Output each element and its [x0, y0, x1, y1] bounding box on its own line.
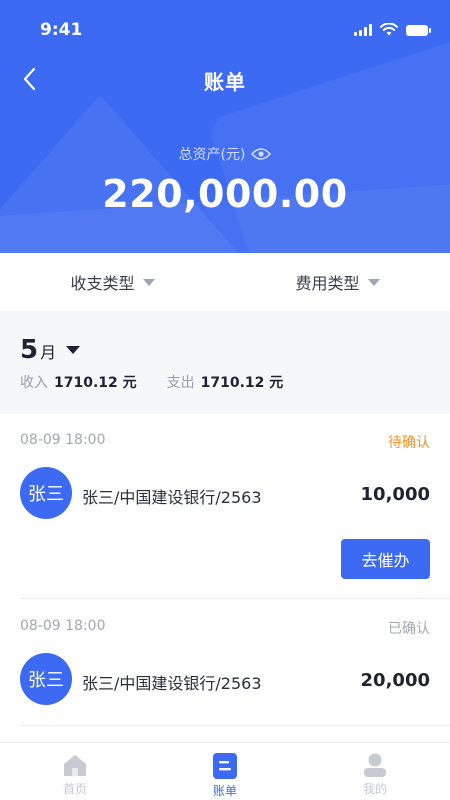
record-status: 已确认 [388, 621, 430, 637]
record-amount: 20,000 [360, 670, 430, 691]
tab-label: 首页 [62, 782, 87, 796]
month-totals: 收入 1710.12 元 支出 1710.12 元 [20, 372, 283, 392]
expense-label: 支出 [166, 375, 195, 391]
status-icons [354, 22, 431, 36]
record-status: 待确认 [388, 435, 430, 451]
filter-label: 收支类型 [70, 274, 135, 293]
expense-value: 1710.12 元 [200, 375, 284, 391]
month-summary: 5 月 收入 1710.12 元 支出 1710.12 元 [0, 311, 450, 414]
filter-label: 费用类型 [295, 274, 360, 293]
record-description: 张三/中国建设银行/2563 [82, 488, 262, 507]
month-number: 5 [20, 335, 39, 365]
eye-icon [251, 148, 272, 160]
urge-button[interactable]: 去催办 [341, 539, 430, 579]
profile-icon [364, 753, 386, 777]
caret-down-icon [142, 278, 155, 286]
filter-bar: 收支类型 费用类型 [0, 253, 450, 311]
home-icon [64, 755, 86, 776]
tab-label: 我的 [362, 782, 387, 796]
month-suffix: 月 [40, 343, 57, 362]
signal-icon [354, 24, 372, 36]
income-value: 1710.12 元 [54, 375, 137, 391]
record-amount: 10,000 [360, 484, 430, 505]
tab-label: 账单 [212, 784, 237, 798]
divider [20, 598, 450, 599]
avatar: 张三 [20, 467, 72, 519]
record-description: 张三/中国建设银行/2563 [82, 674, 262, 693]
record-time: 08-09 18:00 [20, 432, 106, 448]
bill-icon [213, 753, 237, 779]
bill-record[interactable]: 08-09 18:00 待确认 张三 张三/中国建设银行/2563 10,000… [0, 414, 450, 599]
toggle-visibility-button[interactable] [251, 147, 272, 161]
wifi-icon [380, 23, 398, 36]
filter-income-expense-type[interactable]: 收支类型 [0, 253, 225, 311]
filter-fee-type[interactable]: 费用类型 [225, 253, 450, 311]
status-bar: 9:41 [0, 0, 450, 60]
header: 9:41 账单 总资产(元) 220,000.00 [0, 0, 450, 253]
battery-icon [406, 25, 431, 36]
caret-down-icon [66, 346, 81, 354]
tab-profile[interactable]: 我的 [300, 743, 450, 800]
bill-record[interactable]: 08-09 18:00 已确认 张三 张三/中国建设银行/2563 20,000 [0, 600, 450, 742]
status-time: 9:41 [40, 20, 83, 40]
total-assets-label-row: 总资产(元) [0, 144, 450, 164]
tab-bill[interactable]: 账单 [150, 743, 300, 800]
income-label: 收入 [20, 375, 48, 391]
nav-bar: 账单 [0, 60, 450, 100]
tab-home[interactable]: 首页 [0, 743, 150, 800]
total-assets-label: 总资产(元) [178, 147, 246, 163]
total-assets-value: 220,000.00 [102, 172, 348, 216]
avatar: 张三 [20, 653, 72, 705]
caret-down-icon [367, 278, 380, 286]
page-title: 账单 [204, 70, 246, 94]
month-selector[interactable]: 5 月 [20, 335, 81, 365]
record-time: 08-09 18:00 [20, 618, 106, 634]
tab-bar: 首页 账单 我的 [0, 742, 450, 800]
divider [20, 725, 450, 726]
